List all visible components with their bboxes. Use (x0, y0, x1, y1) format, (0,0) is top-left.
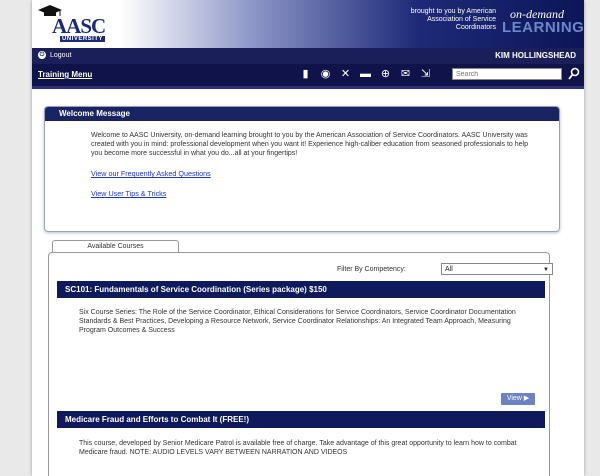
menu-bar: Training Menu ▮ ◉ ✕ ▬ ⊕ ✉ ⇲ (32, 64, 584, 89)
app-frame: AASC UNIVERSITY brought to you by Americ… (32, 0, 584, 476)
faq-link[interactable]: View our Frequently Asked Questions (91, 169, 539, 178)
training-menu-link[interactable]: Training Menu (38, 70, 92, 79)
book-icon[interactable]: ▮ (298, 67, 313, 82)
export-icon[interactable]: ⇲ (418, 67, 433, 82)
power-icon: ⏻ (38, 51, 46, 59)
search-icon[interactable] (568, 67, 580, 81)
competency-filter-select[interactable]: All ▼ (441, 263, 553, 275)
site-banner: AASC UNIVERSITY brought to you by Americ… (32, 0, 584, 48)
brought-by-text: brought to you by American Association o… (410, 8, 496, 31)
filter-value: All (445, 266, 453, 273)
document-icon[interactable]: ▬ (358, 67, 373, 82)
welcome-body: Welcome to AASC University, on-demand le… (45, 121, 559, 198)
mail-icon[interactable]: ✉ (398, 67, 413, 82)
lifebuoy-icon[interactable]: ⊕ (378, 67, 393, 82)
aasc-university-logo[interactable]: AASC UNIVERSITY (38, 5, 106, 45)
tips-link[interactable]: View User Tips & Tricks (91, 189, 539, 198)
course-description: This course, developed by Senior Medicar… (79, 440, 517, 456)
toolbar-icons: ▮ ◉ ✕ ▬ ⊕ ✉ ⇲ (298, 67, 433, 82)
view-course-button[interactable]: View ▶ (501, 393, 535, 405)
speech-bubble-icon[interactable]: ◉ (318, 67, 333, 82)
courses-panel: Filter By Competency: All ▼ SC101: Funda… (48, 252, 553, 476)
chevron-down-icon: ▼ (543, 267, 549, 273)
user-name: KIM HOLLINGSHEAD (495, 51, 576, 60)
search-input[interactable] (452, 68, 562, 80)
welcome-panel: Welcome Message Welcome to AASC Universi… (44, 106, 560, 232)
learning-text: LEARNING (502, 19, 584, 36)
logo-subtext: UNIVERSITY (60, 36, 106, 42)
logout-button[interactable]: ⏻ Logout (38, 51, 71, 59)
top-bar: ⏻ Logout KIM HOLLINGSHEAD (32, 48, 584, 64)
welcome-text: Welcome to AASC University, on-demand le… (91, 132, 528, 157)
filter-label: Filter By Competency: (337, 266, 406, 273)
welcome-title: Welcome Message (45, 107, 559, 121)
course-title[interactable]: Medicare Fraud and Efforts to Combat It … (57, 411, 545, 428)
logout-label: Logout (50, 51, 72, 59)
course-description: Six Course Series: The Role of the Servi… (79, 309, 516, 334)
tools-icon[interactable]: ✕ (338, 67, 353, 82)
on-demand-learning-logo: on-demand LEARNING (502, 7, 584, 41)
course-title[interactable]: SC101: Fundamentals of Service Coordinat… (57, 281, 545, 298)
